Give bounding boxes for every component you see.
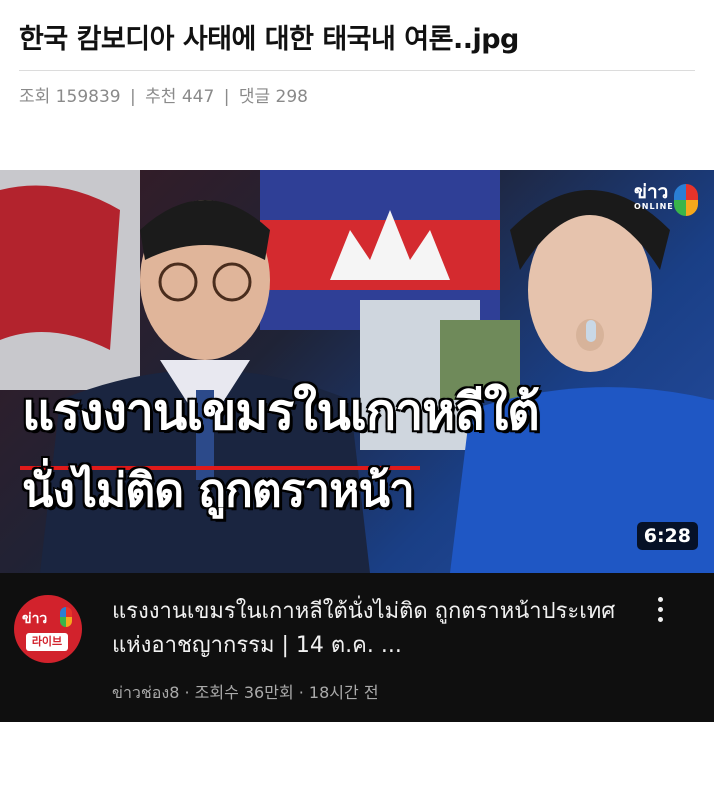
video-thumbnail[interactable]: ข่าว ONLINE แรงงานเขมรในเกาหลีใต้ นั่งไม… — [0, 170, 714, 573]
video-card[interactable]: ข่าว ONLINE แรงงานเขมรในเกาหลีใต้ นั่งไม… — [0, 170, 714, 722]
views-count: 조회 159839 — [19, 87, 121, 107]
post-meta: 조회 159839 | 추천 447 | 댓글 298 — [19, 85, 695, 109]
meta-separator: | — [223, 87, 230, 107]
video-info-row: ข่าว 라이브 แรงงานเขมรในเกาหลีใต้นั่งไม่ติด… — [0, 573, 714, 722]
divider — [19, 70, 695, 71]
video-title[interactable]: แรงงานเขมรในเกาหลีใต้นั่งไม่ติด ถูกตราหน… — [112, 595, 632, 663]
meta-separator: | — [130, 87, 136, 107]
channel-watermark-logo: ข่าว ONLINE — [634, 182, 698, 222]
watermark-8-icon — [674, 184, 698, 216]
kebab-dot — [657, 597, 663, 602]
kebab-dot — [657, 607, 663, 612]
avatar-main-text: ข่าว — [22, 611, 48, 627]
avatar-live-label: 라이브 — [26, 633, 68, 651]
thumbnail-headline-2: นั่งไม่ติด ถูกตราหน้า — [22, 463, 415, 517]
comments-count: 댓글 298 — [238, 87, 308, 107]
more-vertical-icon[interactable] — [648, 597, 672, 637]
post-title: 한국 캄보디아 사태에 대한 태국내 여론..jpg — [19, 24, 519, 55]
post-header: 한국 캄보디아 사태에 대한 태국내 여론..jpg 조회 159839 | 추… — [0, 0, 714, 109]
thumbnail-headline-1: แรงงานเขมรในเกาหลีใต้ — [22, 383, 540, 441]
kebab-dot — [657, 617, 663, 622]
channel-avatar[interactable]: ข่าว 라이브 — [14, 595, 82, 663]
video-meta: ข่าวช่อง8 · 조회수 36만회 · 18시간 전 — [112, 683, 379, 702]
avatar-8-icon — [60, 607, 72, 627]
video-duration: 6:28 — [636, 522, 698, 550]
recommend-count: 추천 447 — [145, 87, 215, 107]
